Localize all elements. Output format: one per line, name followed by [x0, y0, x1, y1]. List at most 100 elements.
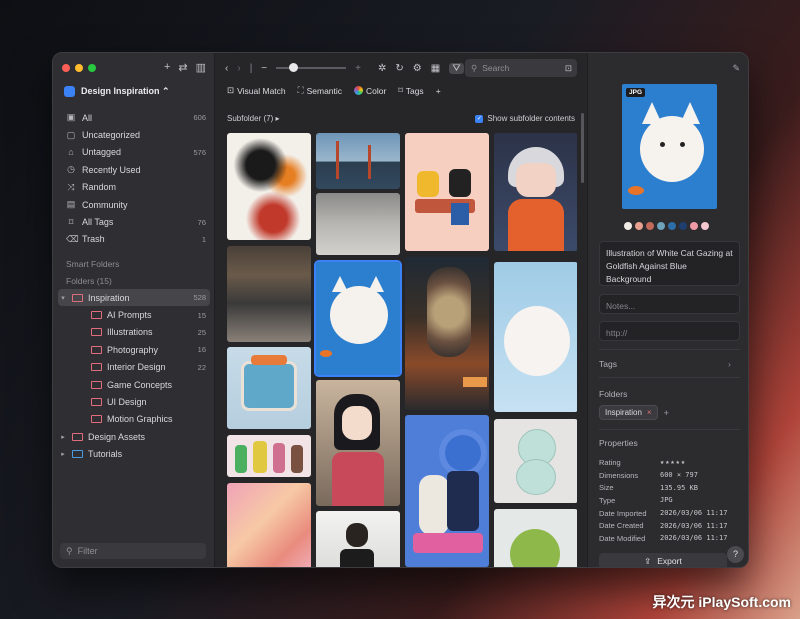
rating-stars[interactable]: ★★★★★	[660, 458, 686, 466]
folder-item-ui-design[interactable]: UI Design	[53, 393, 215, 410]
filter-input[interactable]: ⚲ Filter	[60, 543, 206, 559]
add-icon[interactable]: +	[164, 61, 170, 74]
grid-image[interactable]	[494, 262, 577, 412]
sidebar-item-trash[interactable]: ⌫ Trash 1	[53, 231, 215, 248]
folder-item-interior-design[interactable]: Interior Design 22	[53, 359, 215, 376]
color-swatch[interactable]	[635, 222, 643, 230]
folder-item-motion-graphics[interactable]: Motion Graphics	[53, 411, 215, 428]
folder-label: Photography	[107, 344, 159, 355]
filter-icon: ⚲	[66, 545, 73, 556]
help-button[interactable]: ?	[727, 546, 744, 563]
add-folder-icon[interactable]: +	[664, 408, 669, 418]
grid-image[interactable]	[494, 509, 577, 567]
close-window-button[interactable]	[62, 64, 70, 72]
title-field[interactable]: Illustration of White Cat Gazing at Gold…	[599, 241, 740, 286]
folder-item-photography[interactable]: Photography 16	[53, 341, 215, 358]
notes-field[interactable]: Notes...	[599, 294, 740, 314]
sidebar-item-untagged[interactable]: ⌂ Untagged 576	[53, 144, 215, 161]
chevron-icon[interactable]: ▸	[59, 433, 67, 441]
export-label: Export	[657, 556, 682, 566]
search-input[interactable]: ⚲ Search ⊡	[465, 59, 577, 77]
search-mode-color[interactable]: Color	[354, 86, 386, 96]
folder-label: Illustrations	[107, 327, 153, 338]
folder-item-ai-prompts[interactable]: AI Prompts 15	[53, 306, 215, 323]
sidebar-item-random[interactable]: ⤨ Random	[53, 179, 215, 196]
search-mode-visual-match[interactable]: ⊡ Visual Match	[227, 85, 286, 96]
grid-image[interactable]	[227, 347, 311, 429]
minimize-window-button[interactable]	[75, 64, 83, 72]
url-field[interactable]: http://	[599, 321, 740, 341]
chevron-icon[interactable]: ▸	[59, 450, 67, 458]
folder-item-tutorials[interactable]: ▸ Tutorials	[53, 446, 215, 463]
search-mode-semantic[interactable]: ⛶ Semantic	[298, 85, 342, 96]
search-mode-tags[interactable]: ⌑ Tags	[398, 85, 423, 96]
preview-image[interactable]: JPG	[622, 84, 717, 209]
image-search-icon[interactable]: ⊡	[565, 63, 572, 74]
grid-image[interactable]	[494, 419, 577, 503]
color-swatch[interactable]	[646, 222, 654, 230]
search-mode-add[interactable]: +	[436, 86, 444, 96]
sync-icon[interactable]: ⇄	[178, 61, 187, 74]
plugin-icon[interactable]: ✲	[378, 63, 386, 74]
zoom-out-icon[interactable]: −	[261, 63, 267, 74]
grid-image[interactable]	[316, 380, 400, 506]
ai-icon[interactable]: ⚙	[413, 63, 422, 74]
grid-image[interactable]	[316, 193, 400, 255]
grid-image[interactable]	[316, 511, 400, 567]
refresh-icon[interactable]: ↻	[395, 63, 403, 74]
remove-icon[interactable]: ×	[647, 408, 652, 417]
folder-item-design-assets[interactable]: ▸ Design Assets	[53, 428, 215, 445]
filter-placeholder: Filter	[77, 546, 98, 556]
subfolder-toggle[interactable]: Subfolder (7) ▸	[227, 114, 279, 123]
sidebar-item-uncategorized[interactable]: ▢ Uncategorized	[53, 126, 215, 143]
show-subfolder-checkbox[interactable]: ✓ Show subfolder contents	[475, 114, 575, 123]
grid-image[interactable]	[227, 133, 311, 240]
chevron-icon[interactable]: ▾	[59, 294, 67, 302]
pin-icon[interactable]: ✎	[732, 63, 740, 74]
zoom-in-icon[interactable]: +	[355, 63, 361, 74]
color-swatch[interactable]	[668, 222, 676, 230]
color-swatch[interactable]	[679, 222, 687, 230]
color-swatch[interactable]	[624, 222, 632, 230]
tags-label[interactable]: Tags	[599, 359, 617, 369]
folder-item-inspiration[interactable]: ▾ Inspiration 528	[58, 289, 210, 307]
export-button[interactable]: ⇪ Export	[599, 553, 727, 567]
back-icon[interactable]: ‹	[225, 63, 228, 74]
divider	[599, 349, 740, 350]
sidebar-toggle-icon[interactable]: ▥	[196, 61, 206, 74]
grid-image[interactable]	[227, 483, 311, 567]
folder-item-game-concepts[interactable]: Game Concepts	[53, 376, 215, 393]
watermark: 异次元 iPlaySoft.com	[652, 594, 791, 610]
slider-knob[interactable]	[289, 63, 299, 72]
app-window: + ⇄ ▥ Design Inspiration ⌃ ▣ All 606 ▢ Uncat…	[52, 52, 749, 568]
zoom-window-button[interactable]	[88, 64, 96, 72]
thumbnail-size-slider[interactable]	[276, 63, 347, 72]
grid-image[interactable]	[405, 133, 489, 251]
grid-image[interactable]	[227, 246, 311, 342]
folders-heading[interactable]: Folders (15)	[66, 276, 112, 286]
nav-icon: ⌑	[68, 216, 74, 227]
library-switcher[interactable]: Design Inspiration ⌃	[64, 86, 170, 97]
folder-pill[interactable]: Inspiration ×	[599, 405, 658, 420]
color-swatch[interactable]	[701, 222, 709, 230]
chevron-right-icon[interactable]: ›	[728, 359, 731, 369]
color-swatch[interactable]	[690, 222, 698, 230]
sidebar-item-all[interactable]: ▣ All 606	[53, 109, 215, 126]
grid-image[interactable]	[227, 435, 311, 477]
filter-toggle-icon[interactable]: ⛛	[449, 62, 464, 74]
folder-item-illustrations[interactable]: Illustrations 25	[53, 324, 215, 341]
grid-image[interactable]	[314, 260, 402, 377]
forward-icon[interactable]: ›	[237, 63, 240, 74]
grid-image[interactable]	[405, 415, 489, 567]
layout-icon[interactable]: ▦	[431, 63, 440, 74]
sidebar-item-all-tags[interactable]: ⌑ All Tags 76	[53, 213, 215, 230]
grid-image[interactable]	[405, 257, 489, 410]
sidebar-item-community[interactable]: ▤ Community	[53, 196, 215, 213]
color-swatch[interactable]	[657, 222, 665, 230]
search-modes: ⊡ Visual Match ⛶ Semantic Color ⌑ Tags +	[227, 85, 444, 96]
grid-image[interactable]	[494, 133, 577, 251]
smart-folders-heading[interactable]: Smart Folders	[66, 259, 119, 269]
grid-scrollbar[interactable]	[581, 113, 584, 183]
sidebar-item-recently-used[interactable]: ◷ Recently Used	[53, 161, 215, 178]
grid-image[interactable]	[316, 133, 400, 189]
